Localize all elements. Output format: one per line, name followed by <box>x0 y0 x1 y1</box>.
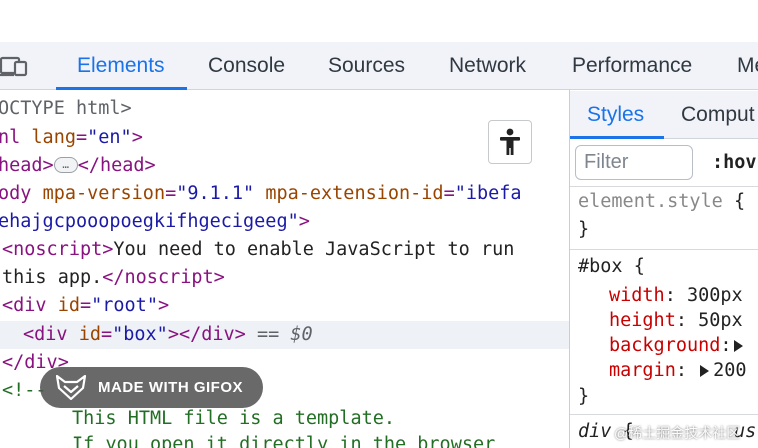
console-ref-var: $0 <box>290 324 313 345</box>
noscript-tag: <noscript> <box>2 239 114 260</box>
css-prop-margin[interactable]: margin: 200 <box>609 358 747 383</box>
gifox-watermark: MADE WITH GIFOX <box>40 367 263 408</box>
css-prop-name: width <box>609 285 665 306</box>
div-box-attr: id <box>78 324 101 345</box>
div-root-close: > <box>157 295 170 316</box>
noscript-text-cont: this app. <box>2 267 103 288</box>
dom-line-noscript-cont[interactable]: this app.</noscript> <box>2 264 225 291</box>
body-tag-close: > <box>298 211 310 232</box>
body-attr-extension: mpa-extension-id <box>265 183 444 204</box>
styles-filter-input[interactable]: Filter <box>575 145 693 180</box>
noscript-text: You need to enable JavaScript to run <box>113 239 515 260</box>
dom-line-html[interactable]: nl lang="en"> <box>0 124 143 151</box>
rule-open-brace: { <box>733 191 746 212</box>
css-prop-name: background <box>609 335 721 356</box>
comment-text: This HTML file is a template. <box>72 408 396 429</box>
body-attr-extension-value: "ibefa <box>454 183 522 204</box>
tab-sources[interactable]: Sources <box>328 42 405 90</box>
html-tag: nl <box>0 127 21 148</box>
ellipsis-expand-icon[interactable]: … <box>53 156 78 173</box>
css-prop-width[interactable]: width: 300px <box>609 283 743 308</box>
tab-performance[interactable]: Performance <box>572 42 692 90</box>
div-box-tag: <div <box>23 324 68 345</box>
body-attr-extension-value-cont: ehajgcpooopoegkifhgecigeeg" <box>0 211 299 232</box>
box-rule-selector[interactable]: #box { <box>578 254 645 279</box>
tab-elements[interactable]: Elements <box>77 42 165 90</box>
devtools-tab-bar: Elements Console Sources Network Perform… <box>0 42 758 90</box>
dom-line-comment-1[interactable]: This HTML file is a template. <box>72 405 395 432</box>
dom-line-comment-2[interactable]: If you open it directly in the browser <box>72 431 495 448</box>
accessibility-tree-button[interactable] <box>488 120 532 164</box>
head-close-tag: </head> <box>77 155 156 176</box>
expand-triangle-icon[interactable] <box>733 340 743 352</box>
html-tag-close: > <box>131 127 143 148</box>
window-top-band <box>0 0 758 42</box>
corner-watermark: @稀土掘金技术社区 <box>614 425 741 441</box>
sidebar-separator <box>570 249 758 250</box>
tab-computed[interactable]: Comput <box>681 91 755 139</box>
noscript-close-tag: </noscript> <box>102 267 225 288</box>
html-attr-name: lang <box>31 127 76 148</box>
dom-line-head[interactable]: head>… </head> <box>0 152 156 179</box>
css-prop-value: 200 <box>713 360 747 381</box>
body-attr-version-value: "9.1.1" <box>176 183 255 204</box>
expand-triangle-icon[interactable] <box>700 365 710 377</box>
tab-console[interactable]: Console <box>208 42 285 90</box>
div-selector: div <box>578 421 612 442</box>
rule-close-brace: } <box>578 386 590 407</box>
html-attr-value: "en" <box>87 127 132 148</box>
dom-line-div-root[interactable]: <div id="root"> <box>2 292 169 319</box>
dom-line-body-cont[interactable]: ehajgcpooopoegkifhgecigeeg"> <box>0 208 310 235</box>
sidebar-separator <box>570 414 758 415</box>
accessibility-icon <box>500 128 520 155</box>
hover-state-toggle[interactable]: :hov <box>712 145 757 180</box>
body-attr-version: mpa-version <box>42 183 166 204</box>
element-style-rule[interactable]: element.style { <box>578 189 745 214</box>
tab-more[interactable]: Me <box>737 42 758 90</box>
console-ref-eq: == <box>256 324 280 345</box>
div-root-tag: <div <box>2 295 47 316</box>
div-box-value: "box" <box>112 324 168 345</box>
css-prop-background[interactable]: background: <box>609 333 747 358</box>
css-prop-name: margin <box>609 360 676 381</box>
css-prop-value: 300px <box>686 285 743 306</box>
box-selector: #box <box>578 256 623 277</box>
tab-styles[interactable]: Styles <box>587 91 644 139</box>
doctype-text: OCTYPE html> <box>0 98 132 119</box>
dom-line-div-box[interactable]: <div id="box"></div> == $0 <box>23 321 313 348</box>
sidebar-active-tab-indicator <box>570 136 664 139</box>
dom-line-doctype[interactable]: OCTYPE html> <box>0 95 132 122</box>
rule-open-brace: { <box>633 256 645 277</box>
css-prop-name: height <box>609 310 676 331</box>
gifox-label: MADE WITH GIFOX <box>98 379 243 396</box>
css-prop-height[interactable]: height: 50px <box>609 308 743 333</box>
rule-close-brace: } <box>578 219 590 240</box>
head-tag: head> <box>0 155 54 176</box>
device-toolbar-icon[interactable] <box>0 54 28 78</box>
div-root-attr: id <box>57 295 80 316</box>
element-style-close: } <box>578 217 589 242</box>
fox-logo-icon <box>56 375 86 400</box>
tab-network[interactable]: Network <box>449 42 526 90</box>
div-root-value: "root" <box>91 295 158 316</box>
styles-sidebar: Styles Comput Filter :hov element.style … <box>570 91 758 448</box>
comment-text: If you open it directly in the browser <box>72 434 496 448</box>
dom-line-noscript[interactable]: <noscript>You need to enable JavaScript … <box>2 236 514 263</box>
sidebar-tab-bar: Styles Comput <box>570 91 758 139</box>
div-box-close: ></div> <box>167 324 246 345</box>
box-rule-close: } <box>578 384 589 409</box>
css-prop-value: 50px <box>698 310 743 331</box>
element-style-selector: element.style <box>578 191 723 212</box>
active-tab-indicator <box>56 87 187 90</box>
sidebar-separator <box>570 186 758 187</box>
dom-line-body[interactable]: ody mpa-version="9.1.1" mpa-extension-id… <box>0 180 522 207</box>
body-tag: ody <box>0 183 32 204</box>
